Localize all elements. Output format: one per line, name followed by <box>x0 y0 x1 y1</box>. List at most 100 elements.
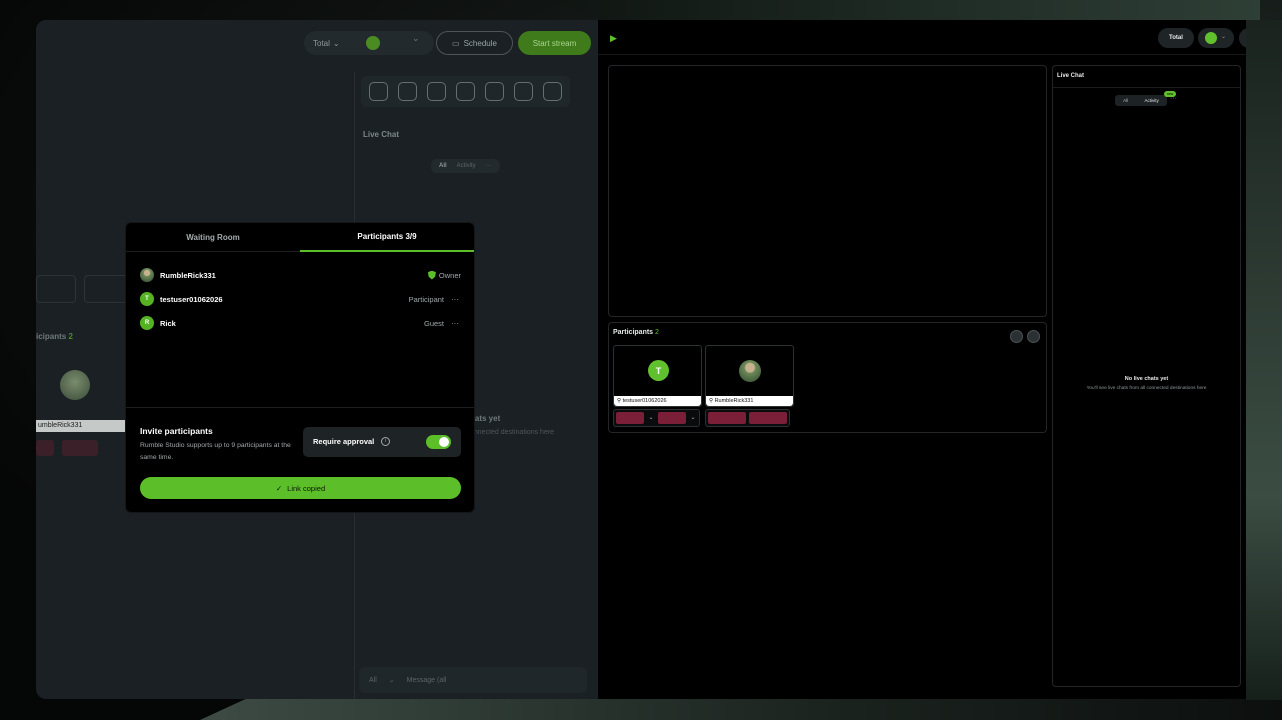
participant-role: Guest <box>423 318 444 328</box>
filter-activity[interactable]: Activity <box>457 163 476 169</box>
tile-controls: ⌄ ⌄ <box>613 409 700 427</box>
invite-title: Invite participants <box>140 426 213 436</box>
users-icon[interactable] <box>514 82 533 101</box>
chat-filter-segment: All Activity <box>1115 95 1167 106</box>
info-icon[interactable]: i <box>381 437 390 446</box>
avatar <box>60 370 90 400</box>
chat-filter-segment: All Activity ··· <box>431 159 500 173</box>
role-label: Owner <box>438 270 461 280</box>
divider <box>126 407 474 408</box>
no-chats-title: No live chats yet <box>1124 376 1169 382</box>
backdrop-shard <box>1246 20 1282 700</box>
chevron-down-icon: ⌄ <box>388 677 395 684</box>
participant-name: testuser01062026 <box>622 398 667 404</box>
schedule-label: Schedule <box>463 38 497 48</box>
tile-name-label: ⚲ RumbleRick331 <box>706 396 793 406</box>
total-viewers-pill[interactable]: Total <box>1158 28 1194 48</box>
live-chat-title: Live Chat <box>1057 73 1085 79</box>
layout-option[interactable] <box>36 275 76 303</box>
copy-link-button[interactable]: ✓ Link copied <box>140 477 461 499</box>
tab-waiting-room[interactable]: Waiting Room <box>126 223 300 252</box>
rumble-play-icon <box>1205 32 1217 44</box>
filter-activity[interactable]: Activity <box>1145 98 1159 103</box>
mic-toggle[interactable] <box>36 440 54 456</box>
mic-off-toggle[interactable] <box>616 412 644 424</box>
participants-heading: icipants 2 <box>36 332 73 341</box>
tab-participants[interactable]: Participants 3/9 <box>300 223 474 252</box>
message-filter[interactable]: All <box>369 677 377 684</box>
participants-actions <box>1010 330 1040 343</box>
more-icon[interactable]: ··· <box>451 295 461 304</box>
avatar <box>140 268 154 282</box>
avatar: R <box>140 316 154 330</box>
chevron-down-icon: ⌄ <box>332 38 340 48</box>
profile-card-icon[interactable] <box>369 82 388 101</box>
chat-icon[interactable] <box>398 82 417 101</box>
tile-controls <box>705 409 790 427</box>
mic-off-toggle[interactable] <box>708 412 746 424</box>
participant-name: testuser01062026 <box>160 294 223 304</box>
more-icon[interactable]: ··· <box>1170 95 1177 102</box>
filter-all[interactable]: All <box>1123 98 1128 103</box>
participants-modal: Waiting Room Participants 3/9 RumbleRick… <box>125 222 475 513</box>
camera-toggle[interactable] <box>62 440 98 456</box>
chevron-down-icon: ⌄ <box>1221 34 1227 40</box>
shield-icon <box>427 270 436 280</box>
start-stream-button[interactable]: Start stream <box>518 31 591 55</box>
participant-name: Rick <box>160 318 176 328</box>
calendar-icon: ▭ <box>452 38 460 48</box>
help-icon[interactable] <box>543 82 562 101</box>
live-chat-panel: Live Chat All Activity new ··· No live c… <box>1052 65 1241 687</box>
comments-icon[interactable] <box>427 82 446 101</box>
copy-link-label: Link copied <box>287 483 326 493</box>
audio-icon[interactable] <box>1027 330 1040 343</box>
screen-share-icon[interactable] <box>1010 330 1023 343</box>
message-placeholder: Message (all <box>406 676 447 684</box>
stream-preview <box>608 65 1047 317</box>
avatar: T <box>648 360 669 381</box>
participants-label: Participants <box>613 329 654 336</box>
participant-role: Participant <box>408 294 444 304</box>
studio-topbar: Total ⌄ ⌄ ▭ Schedule Start stream <box>36 20 598 64</box>
camera-off-toggle[interactable] <box>749 412 787 424</box>
participants-heading: Participants 2 <box>613 329 659 336</box>
participants-count: 2 <box>655 329 659 336</box>
no-chats-subtitle: onnected destinations here <box>470 429 555 436</box>
camera-off-toggle[interactable] <box>658 412 686 424</box>
rumble-logo-icon: ▶ <box>610 33 617 43</box>
avatar <box>739 360 761 382</box>
participant-tile[interactable]: ⚲ RumbleRick331 <box>705 345 794 407</box>
participant-name: RumbleRick331 <box>714 398 754 404</box>
message-input[interactable]: All ⌄ Message (all <box>359 667 587 693</box>
participant-role: Owner <box>427 270 461 280</box>
require-approval-box: Require approval i <box>303 427 461 457</box>
participants-panel: Participants 2 T ⚲ testuser01062026 ⌄ ⌄ … <box>608 322 1047 433</box>
pen-icon[interactable] <box>485 82 504 101</box>
participants-count: 2 <box>68 332 73 341</box>
chevron-down-icon[interactable]: ⌄ <box>412 33 420 44</box>
destination-selector[interactable]: ⌄ <box>1198 28 1234 48</box>
schedule-button[interactable]: ▭ Schedule <box>436 31 513 55</box>
check-icon: ✓ <box>275 483 283 493</box>
tile-name-label: ⚲ testuser01062026 <box>614 396 701 406</box>
sidebar-toolbar <box>361 76 570 107</box>
studio-window-live: ▶ Total ⌄ Participants 2 T ⚲ testuser010… <box>598 20 1246 699</box>
require-approval-toggle[interactable] <box>426 435 451 449</box>
participant-row: RumbleRick331 Owner <box>140 267 461 283</box>
dollar-icon[interactable] <box>456 82 475 101</box>
more-icon[interactable]: ··· <box>451 319 461 328</box>
participants-label: icipants <box>36 332 67 341</box>
participant-row: T testuser01062026 Participant ··· <box>140 291 461 307</box>
chevron-down-icon[interactable]: ⌄ <box>689 412 697 424</box>
chevron-down-icon[interactable]: ⌄ <box>647 412 655 424</box>
account-button[interactable] <box>1239 28 1246 48</box>
require-approval-label: Require approval <box>313 437 375 446</box>
divider <box>1053 87 1240 88</box>
no-chats-subtitle: You'll see live chats from all connected… <box>1086 386 1207 391</box>
participant-tile[interactable]: T ⚲ testuser01062026 <box>613 345 702 407</box>
participant-name: RumbleRick331 <box>160 270 216 280</box>
filter-all[interactable]: All <box>439 163 447 169</box>
total-label: Total <box>313 38 330 48</box>
more-icon[interactable]: ··· <box>486 163 492 169</box>
rumble-play-icon <box>366 36 380 50</box>
